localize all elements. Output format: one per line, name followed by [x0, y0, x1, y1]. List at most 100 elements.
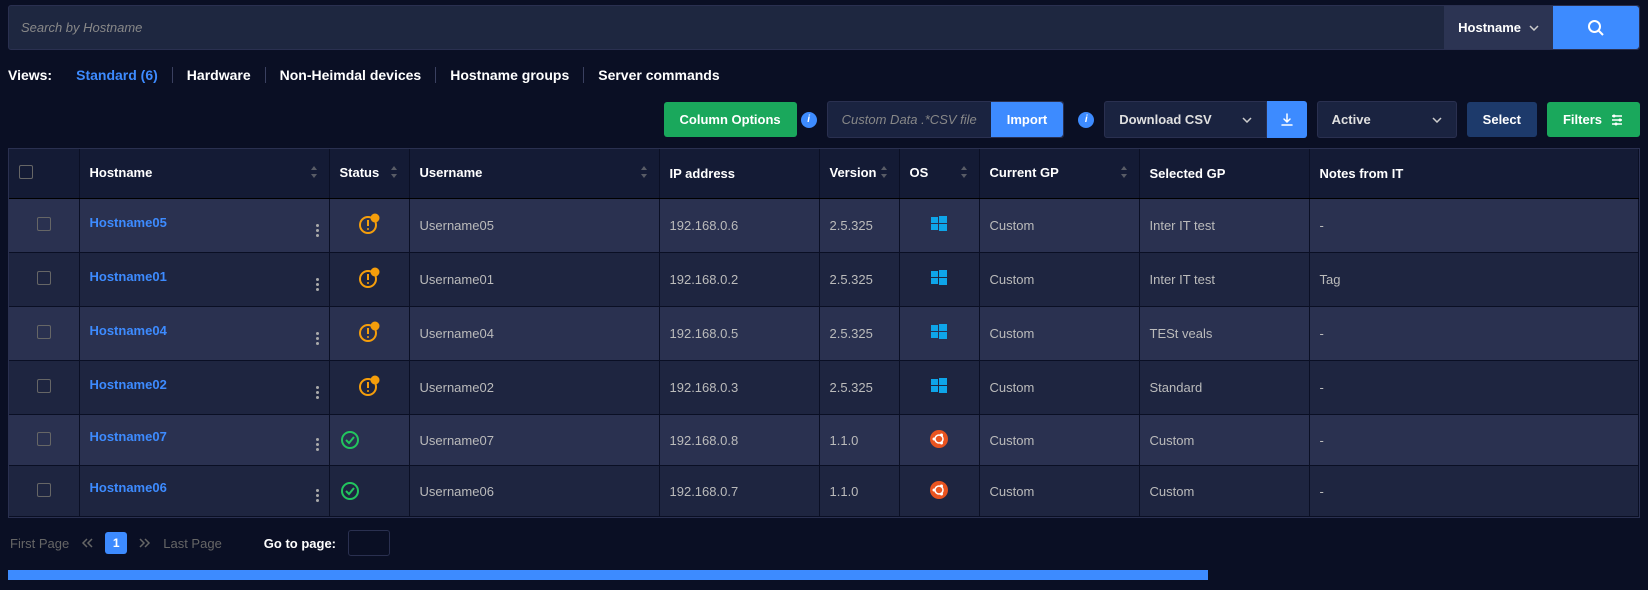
table-row: Hostname06Username06192.168.0.71.1.0Cust… [9, 466, 1639, 517]
download-csv-group: Download CSV [1104, 101, 1306, 138]
row-checkbox[interactable] [37, 325, 51, 339]
search-icon [1587, 19, 1605, 37]
version-cell: 2.5.325 [819, 307, 899, 361]
prev-page-icon[interactable] [81, 536, 93, 551]
sort-icon [389, 165, 399, 182]
goto-page-input[interactable] [348, 530, 390, 556]
col-ip[interactable]: IP address [659, 149, 819, 199]
current-gp-cell: Custom [979, 307, 1139, 361]
import-button[interactable]: Import [991, 102, 1063, 137]
last-page-button[interactable]: Last Page [163, 536, 222, 551]
row-actions-icon[interactable] [316, 489, 319, 502]
search-type-dropdown[interactable]: Hostname [1444, 6, 1553, 49]
version-cell: 2.5.325 [819, 253, 899, 307]
download-csv-dropdown[interactable]: Download CSV [1104, 101, 1266, 138]
chevron-down-icon [1529, 25, 1539, 31]
hostname-link[interactable]: Hostname04 [90, 323, 167, 338]
table-wrap: Hostname Status Username IP address Vers… [8, 148, 1640, 518]
sort-icon [959, 165, 969, 182]
view-tab-non-heimdal[interactable]: Non-Heimdal devices [266, 67, 437, 83]
hostname-link[interactable]: Hostname01 [90, 269, 167, 284]
selected-gp-cell: Standard [1139, 361, 1309, 415]
select-all-checkbox[interactable] [19, 165, 33, 179]
hosts-table: Hostname Status Username IP address Vers… [9, 149, 1639, 517]
horizontal-scrollbar[interactable] [8, 570, 1208, 580]
selected-gp-cell: Inter IT test [1139, 253, 1309, 307]
row-actions-icon[interactable] [316, 224, 319, 237]
row-checkbox[interactable] [37, 379, 51, 393]
status-cell [329, 307, 409, 361]
version-cell: 2.5.325 [819, 199, 899, 253]
ip-cell: 192.168.0.7 [659, 466, 819, 517]
view-tab-hardware[interactable]: Hardware [173, 67, 266, 83]
import-group: Custom Data .*CSV file Import [827, 101, 1065, 138]
search-input[interactable] [9, 6, 1444, 49]
views-row: Views: Standard (6) Hardware Non-Heimdal… [0, 55, 1648, 91]
view-tab-hostname-groups[interactable]: Hostname groups [436, 67, 584, 83]
hostname-link[interactable]: Hostname05 [90, 215, 167, 230]
ip-cell: 192.168.0.2 [659, 253, 819, 307]
col-version[interactable]: Version [819, 149, 899, 199]
status-cell [329, 199, 409, 253]
col-notes[interactable]: Notes from IT [1309, 149, 1639, 199]
row-actions-icon[interactable] [316, 438, 319, 451]
filters-button[interactable]: Filters [1547, 102, 1640, 137]
col-os[interactable]: OS [899, 149, 979, 199]
hostname-link[interactable]: Hostname02 [90, 377, 167, 392]
table-row: Hostname02Username02192.168.0.32.5.325Cu… [9, 361, 1639, 415]
col-current-gp[interactable]: Current GP [979, 149, 1139, 199]
col-status[interactable]: Status [329, 149, 409, 199]
view-tab-server-commands[interactable]: Server commands [584, 67, 733, 83]
table-row: Hostname05Username05192.168.0.62.5.325Cu… [9, 199, 1639, 253]
hostname-link[interactable]: Hostname07 [90, 429, 167, 444]
col-username[interactable]: Username [409, 149, 659, 199]
username-cell: Username01 [409, 253, 659, 307]
selected-gp-cell: Custom [1139, 466, 1309, 517]
row-actions-icon[interactable] [316, 386, 319, 399]
notes-cell: - [1309, 466, 1639, 517]
chevron-down-icon [1432, 117, 1442, 123]
first-page-button[interactable]: First Page [10, 536, 69, 551]
row-checkbox[interactable] [37, 483, 51, 497]
selected-gp-cell: TESt veals [1139, 307, 1309, 361]
notes-cell: - [1309, 199, 1639, 253]
table-row: Hostname01Username01192.168.0.22.5.325Cu… [9, 253, 1639, 307]
row-actions-icon[interactable] [316, 278, 319, 291]
toolbar: Column Options i Custom Data .*CSV file … [0, 91, 1648, 148]
csv-file-label[interactable]: Custom Data .*CSV file [828, 102, 991, 137]
sort-icon [879, 165, 889, 182]
status-filter-dropdown[interactable]: Active [1317, 101, 1457, 138]
row-checkbox[interactable] [37, 432, 51, 446]
hostname-link[interactable]: Hostname06 [90, 480, 167, 495]
table-row: Hostname04Username04192.168.0.52.5.325Cu… [9, 307, 1639, 361]
os-cell [899, 361, 979, 415]
selected-gp-cell: Inter IT test [1139, 199, 1309, 253]
row-actions-icon[interactable] [316, 332, 319, 345]
next-page-icon[interactable] [139, 536, 151, 551]
sliders-icon [1610, 113, 1624, 127]
filters-label: Filters [1563, 112, 1602, 127]
column-options-button[interactable]: Column Options [664, 102, 797, 137]
os-cell [899, 415, 979, 466]
download-csv-button[interactable] [1267, 101, 1307, 138]
col-hostname[interactable]: Hostname [79, 149, 329, 199]
row-checkbox[interactable] [37, 271, 51, 285]
sort-icon [1119, 165, 1129, 182]
search-button[interactable] [1553, 6, 1639, 49]
chevron-down-icon [1242, 117, 1252, 123]
view-tab-standard[interactable]: Standard (6) [62, 67, 173, 83]
info-icon[interactable]: i [1078, 112, 1094, 128]
ip-cell: 192.168.0.5 [659, 307, 819, 361]
goto-page-label: Go to page: [264, 536, 336, 551]
row-checkbox[interactable] [37, 217, 51, 231]
col-selected-gp[interactable]: Selected GP [1139, 149, 1309, 199]
info-icon[interactable]: i [801, 112, 817, 128]
ip-cell: 192.168.0.8 [659, 415, 819, 466]
pagination: First Page 1 Last Page Go to page: [0, 518, 1648, 568]
select-button[interactable]: Select [1467, 102, 1537, 137]
sort-icon [309, 165, 319, 182]
notes-cell: Tag [1309, 253, 1639, 307]
col-checkbox [9, 149, 79, 199]
search-type-label: Hostname [1458, 20, 1521, 35]
page-number-current[interactable]: 1 [105, 532, 127, 554]
